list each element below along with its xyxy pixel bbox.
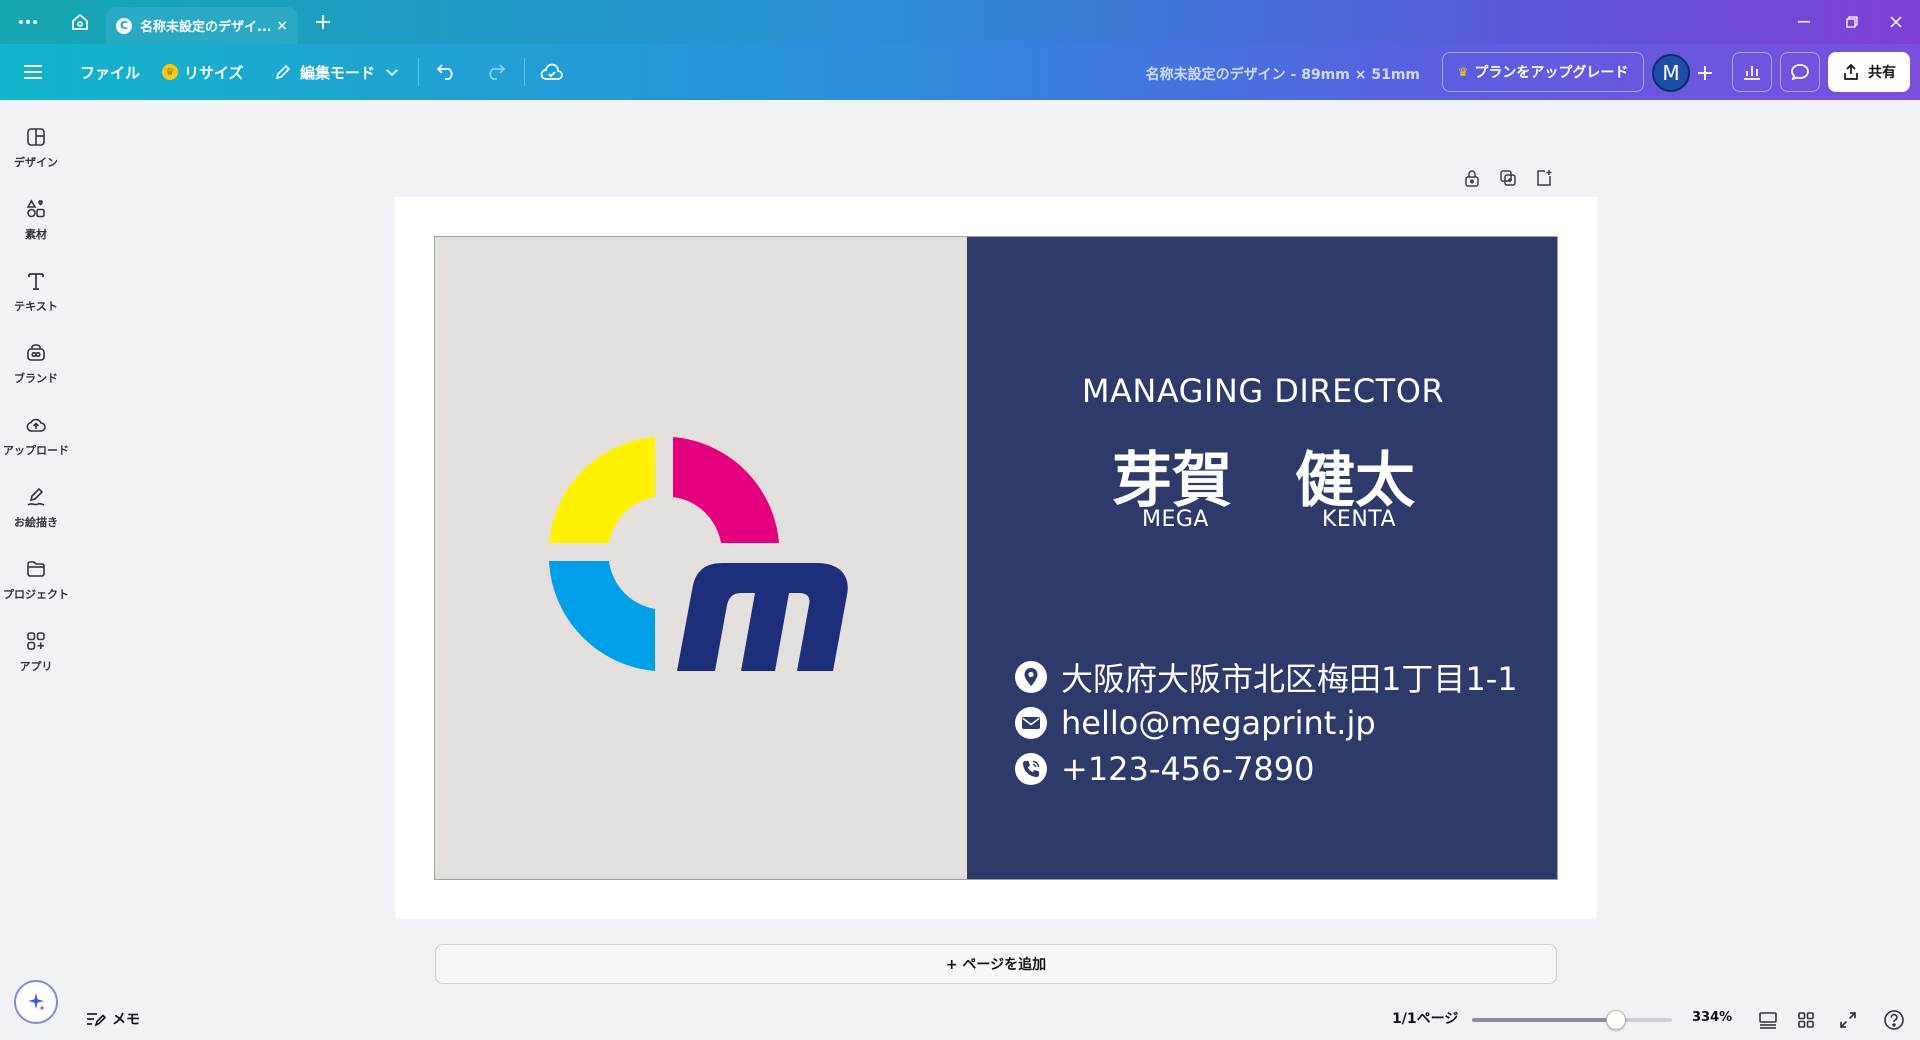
upgrade-plan-button[interactable]: ♛ プランをアップグレード: [1442, 52, 1644, 92]
sidebar-item-uploads[interactable]: アップロード: [0, 406, 72, 468]
close-window-icon[interactable]: [1876, 8, 1916, 36]
zoom-slider[interactable]: [1472, 1018, 1672, 1022]
sidebar-item-label: ブランド: [14, 372, 58, 385]
resize-button[interactable]: ♛ リサイズ: [162, 56, 244, 88]
notes-button[interactable]: メモ: [86, 1006, 140, 1032]
file-menu-button[interactable]: ファイル: [80, 56, 140, 88]
sidebar-item-draw[interactable]: お絵描き: [0, 478, 72, 540]
sidebar-item-projects[interactable]: プロジェクト: [0, 550, 72, 612]
brand-icon: [27, 344, 45, 361]
chevron-down-icon: [386, 69, 398, 77]
folder-icon: [27, 561, 45, 577]
toolbar-divider: [418, 58, 419, 86]
layout-icon: [27, 128, 45, 146]
address-text: 大阪府大阪市北区梅田1丁目1-1: [1061, 660, 1518, 698]
edit-mode-label: 編集モード: [300, 63, 376, 82]
card-right-panel[interactable]: MANAGING DIRECTOR 芽賀 健太 MEGA KENTA 大阪府大阪…: [967, 237, 1557, 879]
surname-jp-text[interactable]: 芽賀: [1112, 432, 1232, 519]
sidebar-item-label: テキスト: [14, 300, 58, 313]
comment-icon[interactable]: [1780, 52, 1820, 92]
canva-favicon-icon: C: [116, 17, 132, 34]
email-text: hello@megaprint.jp: [1061, 704, 1376, 742]
browser-tab-active[interactable]: C 名称未設定のデザイ... ×: [106, 7, 298, 44]
crown-icon: ♛: [162, 64, 178, 80]
upgrade-label: プランをアップグレード: [1474, 65, 1629, 81]
restore-icon[interactable]: [1832, 8, 1872, 36]
sidebar-item-label: アップロード: [3, 444, 69, 457]
business-card[interactable]: MANAGING DIRECTOR 芽賀 健太 MEGA KENTA 大阪府大阪…: [434, 236, 1558, 880]
more-menu-icon[interactable]: [14, 8, 42, 36]
sidebar-item-label: お絵描き: [14, 516, 58, 529]
sidebar-item-label: プロジェクト: [3, 588, 69, 601]
shapes-icon: [26, 199, 45, 218]
notes-icon: [87, 1013, 106, 1027]
zoom-percentage[interactable]: 334%: [1692, 1010, 1732, 1025]
side-rail: デザイン 素材 テキスト ブランド アップロード お絵描き プロジェクト アプリ: [0, 100, 72, 1040]
add-collaborator-icon[interactable]: +: [1688, 56, 1722, 90]
toolbar-divider: [524, 58, 525, 86]
card-left-panel[interactable]: [435, 237, 967, 879]
magic-assistant-icon[interactable]: [14, 980, 58, 1024]
job-title-text[interactable]: MANAGING DIRECTOR: [967, 372, 1557, 410]
upload-icon: [26, 418, 46, 432]
add-page-icon[interactable]: [1532, 166, 1556, 190]
page-view-icon[interactable]: [1754, 1006, 1782, 1034]
crown-icon: ♛: [1457, 65, 1469, 79]
undo-icon[interactable]: [436, 56, 458, 88]
sidebar-item-elements[interactable]: 素材: [0, 190, 72, 252]
editor-toolbar: ファイル ♛ リサイズ 編集モード 名称未設定のデザイン - 89mm × 51…: [0, 44, 1920, 100]
share-upload-icon: [1844, 63, 1858, 80]
given-name-en-text[interactable]: KENTA: [1322, 507, 1396, 532]
sidebar-item-label: 素材: [25, 228, 47, 241]
page-count-text[interactable]: 1/1ページ: [1392, 1008, 1458, 1028]
draw-icon: [27, 487, 45, 506]
sidebar-item-text[interactable]: テキスト: [0, 262, 72, 324]
redo-icon[interactable]: [484, 56, 506, 88]
lock-icon[interactable]: [1460, 166, 1484, 190]
edit-mode-dropdown[interactable]: 編集モード: [274, 56, 399, 88]
phone-text: +123-456-7890: [1061, 750, 1315, 788]
sidebar-item-label: デザイン: [14, 156, 58, 169]
phone-icon: [1015, 753, 1047, 785]
phone-row[interactable]: +123-456-7890: [1015, 749, 1315, 789]
sidebar-item-brand[interactable]: ブランド: [0, 334, 72, 396]
apps-icon: [27, 632, 45, 650]
sidebar-item-apps[interactable]: アプリ: [0, 622, 72, 684]
home-icon[interactable]: [66, 8, 94, 36]
duplicate-page-icon[interactable]: [1496, 166, 1520, 190]
resize-label: リサイズ: [184, 63, 244, 82]
new-tab-icon[interactable]: +: [309, 8, 337, 36]
sidebar-item-design[interactable]: デザイン: [0, 118, 72, 180]
location-pin-icon: [1015, 661, 1047, 693]
minimize-icon[interactable]: [1784, 8, 1824, 36]
email-envelope-icon: [1015, 707, 1047, 739]
notes-label: メモ: [112, 1012, 140, 1028]
share-label: 共有: [1868, 65, 1896, 81]
pencil-icon: [275, 64, 291, 80]
document-title[interactable]: 名称未設定のデザイン - 89mm × 51mm: [1100, 64, 1420, 84]
zoom-slider-thumb[interactable]: [1606, 1010, 1626, 1030]
share-button[interactable]: 共有: [1828, 52, 1910, 92]
grid-view-icon[interactable]: [1792, 1006, 1820, 1034]
hamburger-menu-icon[interactable]: [24, 56, 44, 88]
insights-chart-icon[interactable]: [1732, 52, 1772, 92]
tab-title: 名称未設定のデザイ...: [140, 20, 271, 35]
address-row[interactable]: 大阪府大阪市北区梅田1丁目1-1: [1015, 657, 1518, 698]
zoom-slider-fill: [1472, 1018, 1616, 1022]
add-page-button[interactable]: + ページを追加: [435, 944, 1557, 984]
fullscreen-icon[interactable]: [1834, 1006, 1862, 1034]
email-row[interactable]: hello@megaprint.jp: [1015, 703, 1376, 743]
tab-close-icon[interactable]: ×: [276, 18, 288, 34]
cloud-saved-icon[interactable]: [540, 56, 564, 88]
help-icon[interactable]: [1880, 1006, 1908, 1034]
user-avatar[interactable]: M: [1652, 54, 1690, 92]
company-logo-image[interactable]: [545, 437, 855, 687]
given-name-jp-text[interactable]: 健太: [1295, 432, 1415, 519]
sidebar-item-label: アプリ: [19, 660, 53, 673]
browser-tab-strip: C 名称未設定のデザイ... × +: [0, 0, 1920, 44]
text-icon: [28, 273, 44, 290]
surname-en-text[interactable]: MEGA: [1142, 507, 1209, 532]
